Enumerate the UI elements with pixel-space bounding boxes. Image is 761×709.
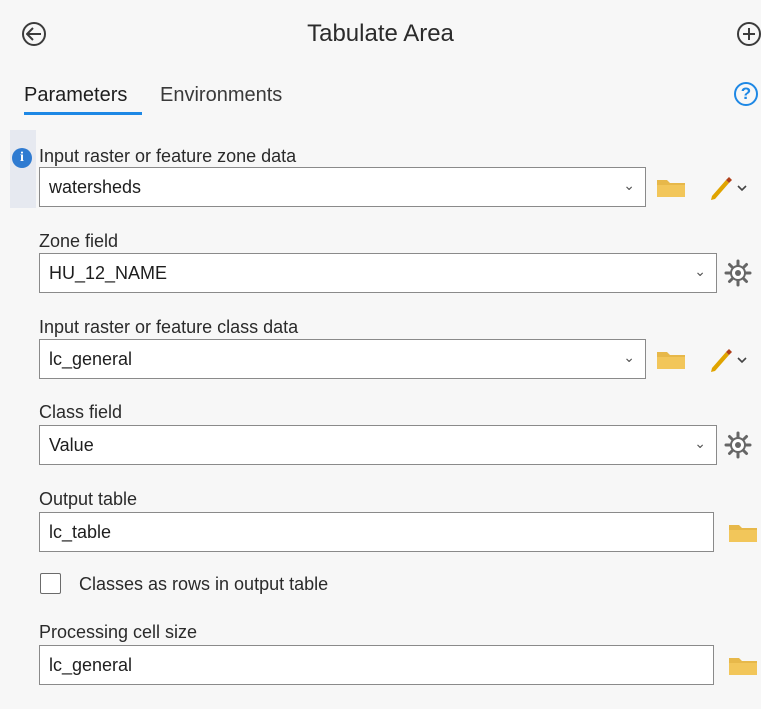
cell-size-value: lc_general xyxy=(49,654,133,675)
input-class-label: Input raster or feature class data xyxy=(39,317,299,337)
pencil-icon[interactable] xyxy=(708,346,748,372)
output-table-input[interactable]: lc_table xyxy=(39,512,714,552)
chevron-down-icon[interactable]: ⌄ xyxy=(694,263,706,280)
input-zone-select[interactable]: watersheds ⌄ xyxy=(39,167,646,207)
zone-field-select[interactable]: HU_12_NAME ⌄ xyxy=(39,253,717,293)
add-button[interactable] xyxy=(737,22,761,46)
folder-icon[interactable] xyxy=(656,348,686,370)
folder-icon[interactable] xyxy=(728,521,758,543)
help-icon[interactable]: ? xyxy=(734,82,758,106)
chevron-down-icon[interactable]: ⌄ xyxy=(694,435,706,452)
input-zone-label: Input raster or feature zone data xyxy=(39,146,297,166)
input-zone-value: watersheds xyxy=(49,176,142,197)
classes-as-rows-label: Classes as rows in output table xyxy=(79,574,329,594)
info-icon[interactable]: i xyxy=(12,148,32,168)
folder-icon[interactable] xyxy=(728,654,758,676)
gear-icon[interactable] xyxy=(724,259,752,287)
output-table-label: Output table xyxy=(39,489,138,509)
folder-icon[interactable] xyxy=(656,176,686,198)
message-indicator-bar xyxy=(10,130,36,208)
class-field-label: Class field xyxy=(39,402,123,422)
chevron-down-icon[interactable]: ⌄ xyxy=(623,349,635,366)
zone-field-value: HU_12_NAME xyxy=(49,262,168,283)
tab-parameters[interactable]: Parameters xyxy=(24,84,127,107)
cell-size-input[interactable]: lc_general xyxy=(39,645,714,685)
pencil-icon[interactable] xyxy=(708,174,748,200)
zone-field-label: Zone field xyxy=(39,231,119,251)
input-class-value: lc_general xyxy=(49,348,133,369)
cell-size-label: Processing cell size xyxy=(39,622,198,642)
class-field-select[interactable]: Value ⌄ xyxy=(39,425,717,465)
gear-icon[interactable] xyxy=(724,431,752,459)
output-table-value: lc_table xyxy=(49,521,112,542)
classes-as-rows-checkbox[interactable] xyxy=(40,573,61,594)
tool-title: Tabulate Area xyxy=(307,20,454,47)
chevron-down-icon[interactable]: ⌄ xyxy=(623,177,635,194)
active-tab-indicator xyxy=(24,112,142,115)
input-class-select[interactable]: lc_general ⌄ xyxy=(39,339,646,379)
add-icon xyxy=(743,28,755,40)
class-field-value: Value xyxy=(49,434,94,455)
tab-environments[interactable]: Environments xyxy=(160,84,282,107)
